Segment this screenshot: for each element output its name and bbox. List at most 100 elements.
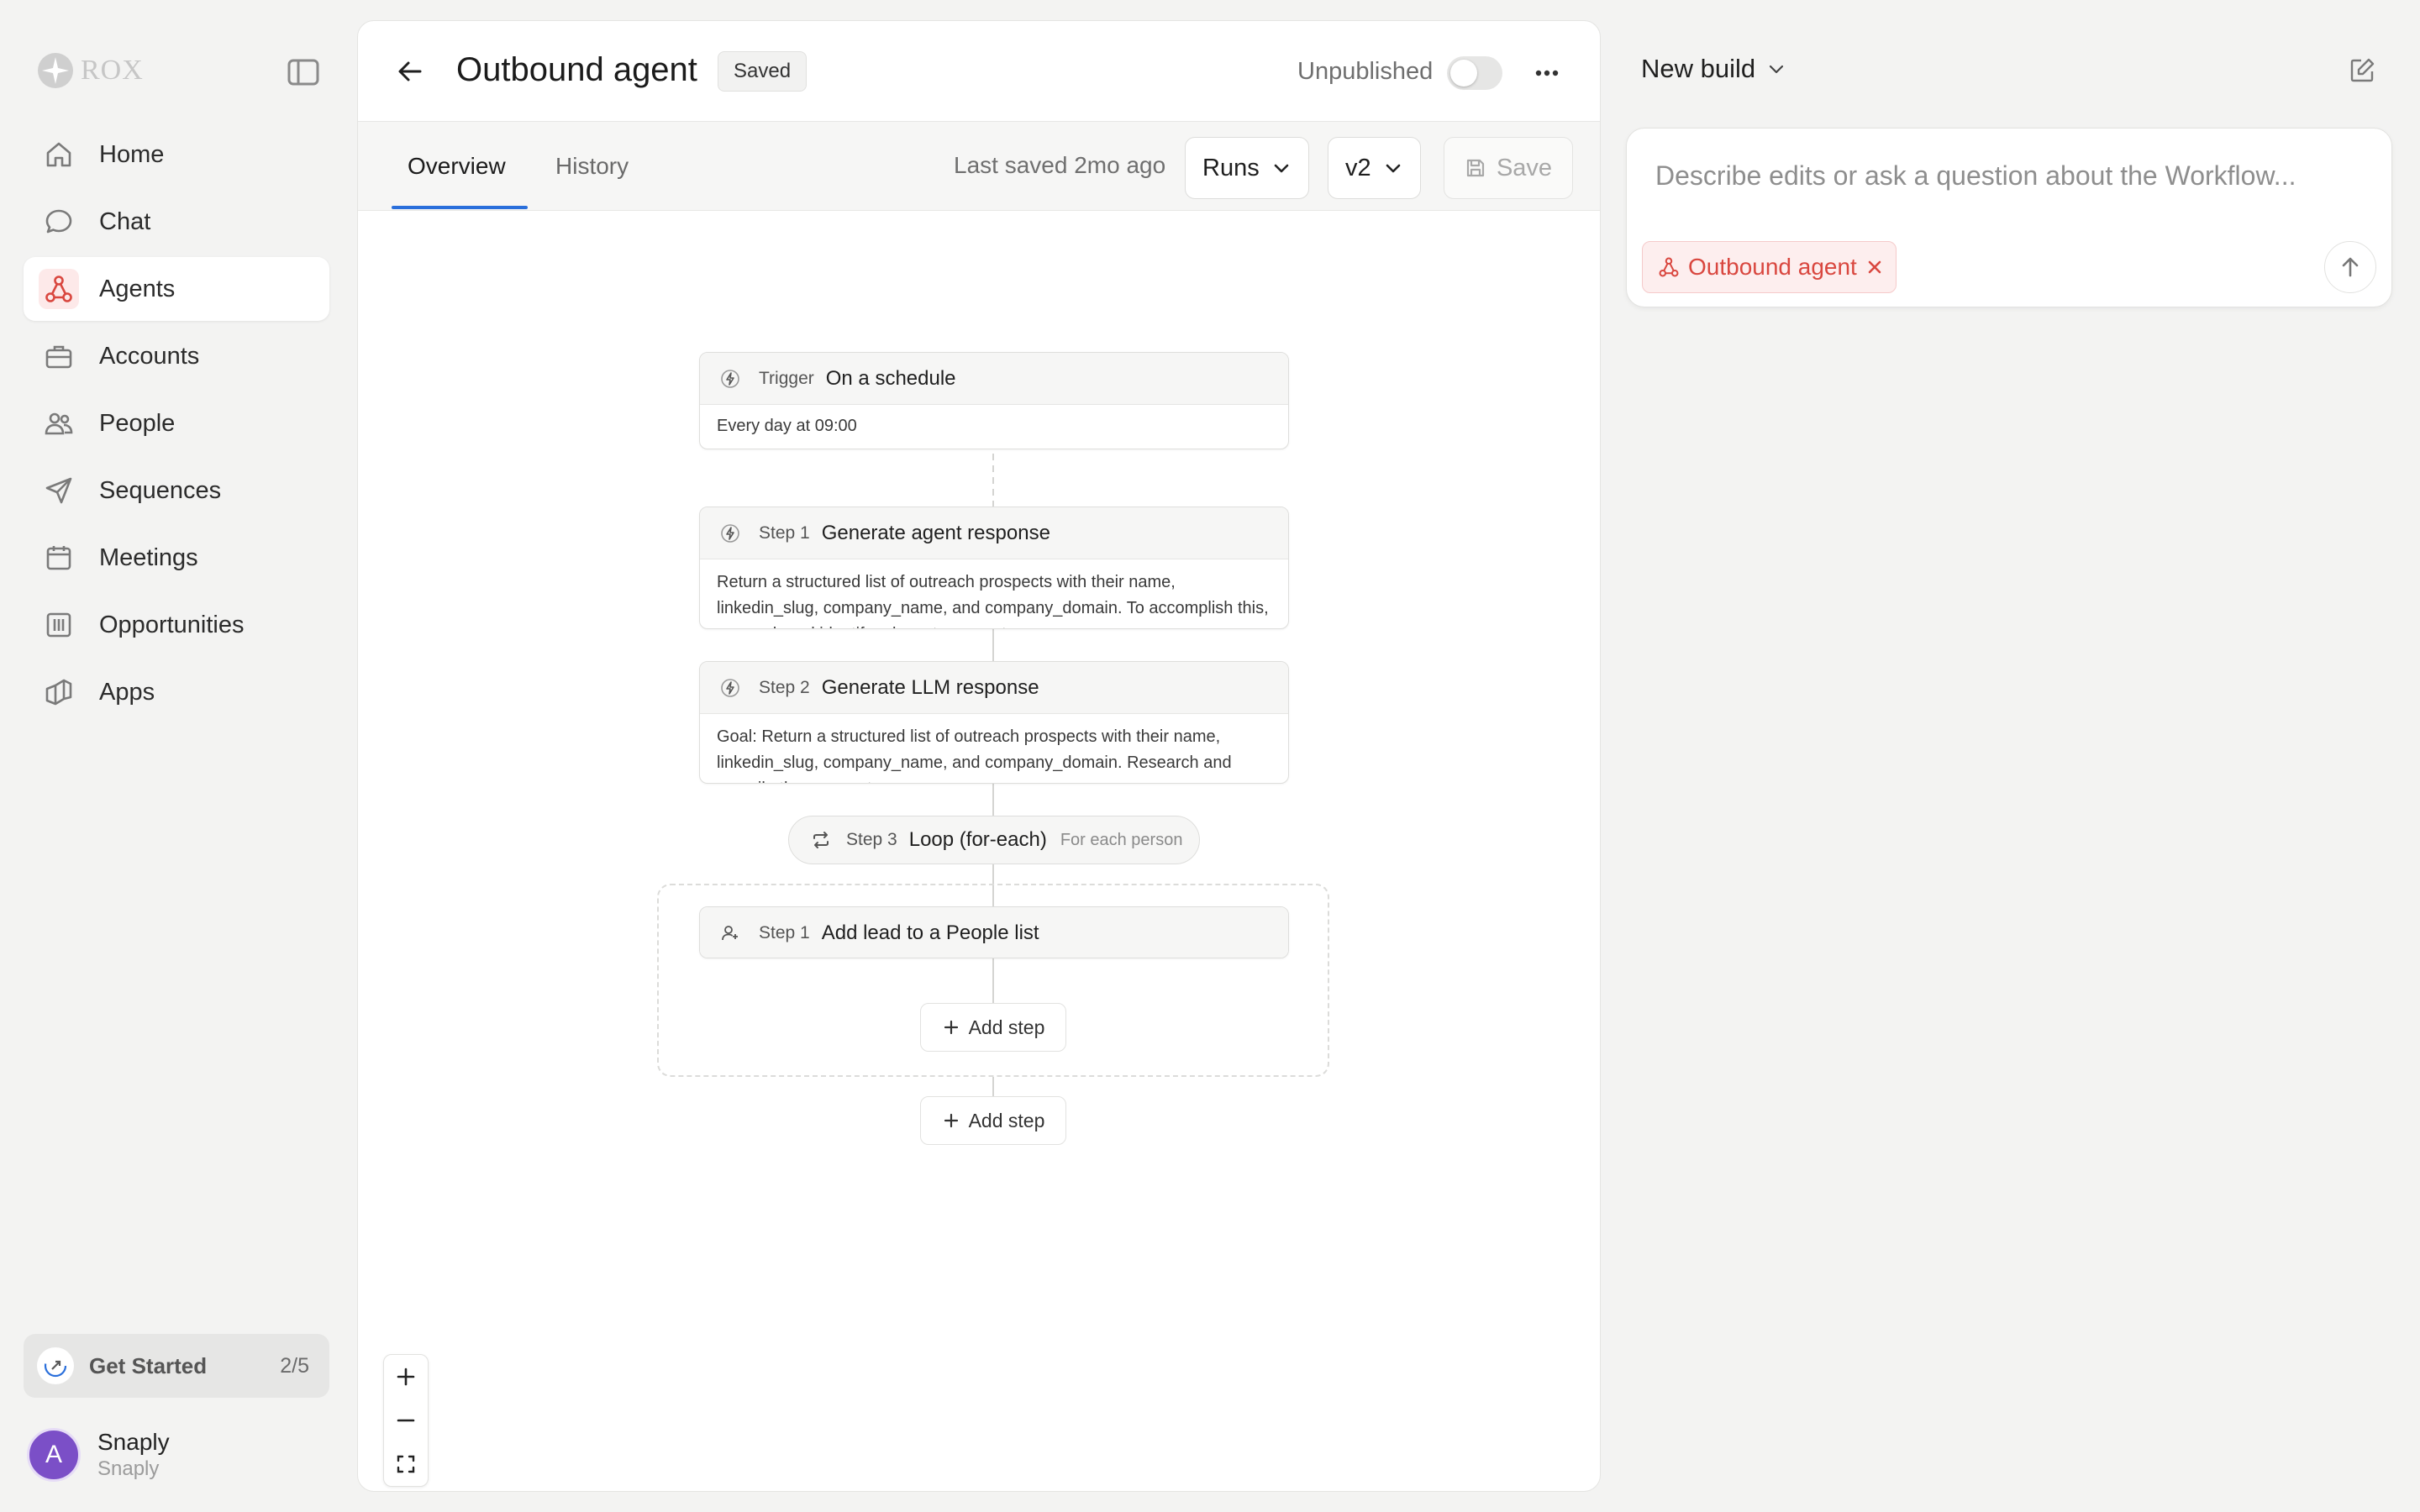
edit-icon (2350, 58, 2375, 82)
chevron-down-icon (1386, 164, 1400, 173)
step-2-node[interactable]: Step 2 Generate LLM response Goal: Retur… (699, 661, 1289, 784)
publish-status-label: Unpublished (1297, 58, 1434, 85)
bolt-icon (717, 365, 744, 392)
sidebar-item-chat[interactable]: Chat (24, 190, 329, 254)
build-title: New build (1641, 54, 1756, 83)
node-description: Return a structured list of outreach pro… (717, 573, 1269, 628)
new-chat-button[interactable] (2347, 55, 2381, 89)
sidebar-item-opportunities[interactable]: Opportunities (24, 593, 329, 657)
step-1-node[interactable]: Step 1 Generate agent response Return a … (699, 507, 1289, 629)
add-step-label: Add step (968, 1109, 1045, 1131)
node-header: Step 1 Generate agent response (700, 507, 1288, 559)
get-started-button[interactable]: Get Started 2/5 (24, 1334, 329, 1398)
sidebar-item-agents[interactable]: Agents (24, 257, 329, 321)
workflow-canvas[interactable]: Trigger On a schedule Every day at 09:00… (358, 212, 1600, 1491)
user-profile[interactable]: A Snaply Snaply (27, 1428, 170, 1482)
node-kind: Step 2 (759, 677, 810, 697)
status-badge: Saved (718, 51, 808, 92)
sidebar-item-home[interactable]: Home (24, 123, 329, 186)
step-3-loop-node[interactable]: Step 3 Loop (for-each) For each person (788, 816, 1200, 864)
close-icon[interactable] (1865, 258, 1884, 276)
add-step-button[interactable]: Add step (920, 1096, 1066, 1145)
sidebar-item-people[interactable]: People (24, 391, 329, 455)
add-step-in-loop-button[interactable]: Add step (920, 1003, 1066, 1052)
build-selector[interactable]: New build (1641, 54, 1786, 84)
add-step-label: Add step (968, 1016, 1045, 1038)
save-icon (1466, 159, 1485, 177)
loop-step-1-node[interactable]: Step 1 Add lead to a People list (699, 906, 1289, 958)
sidebar-item-apps[interactable]: Apps (24, 660, 329, 724)
trigger-node[interactable]: Trigger On a schedule Every day at 09:00 (699, 352, 1289, 449)
calendar-icon (39, 538, 79, 578)
rox-logo-icon (37, 52, 74, 89)
people-icon (39, 403, 79, 444)
arrow-left-icon (398, 61, 422, 81)
plus-icon (397, 1368, 415, 1386)
sidebar: ROX Home Chat Agents Accounts People Seq… (0, 0, 353, 1512)
zoom-out-button[interactable] (384, 1399, 428, 1442)
agents-icon (1659, 257, 1679, 277)
zoom-in-button[interactable] (384, 1355, 428, 1399)
sidebar-item-label: Agents (99, 275, 176, 302)
apps-icon (39, 672, 79, 712)
sidebar-item-label: Sequences (99, 476, 222, 504)
node-kind: Step 1 (759, 522, 810, 543)
bolt-icon (717, 520, 744, 547)
node-header: Trigger On a schedule (700, 353, 1288, 405)
send-button[interactable] (2324, 241, 2376, 293)
chat-input-box[interactable]: Describe edits or ask a question about t… (1626, 128, 2392, 307)
fit-view-button[interactable] (384, 1442, 428, 1486)
tab-overview[interactable]: Overview (408, 122, 506, 211)
save-label: Save (1496, 154, 1553, 181)
sidebar-item-label: Apps (99, 678, 155, 706)
user-plus-icon (717, 920, 744, 947)
sidebar-item-accounts[interactable]: Accounts (24, 324, 329, 388)
rox-logo[interactable]: ROX (37, 52, 144, 89)
node-header: Step 1 Add lead to a People list (700, 907, 1288, 958)
node-kind: Step 3 (846, 830, 897, 849)
columns-icon (39, 605, 79, 645)
user-org: Snaply (97, 1457, 160, 1480)
get-started-progress: 2/5 (280, 1353, 309, 1378)
workflow-header: Outbound agent Saved Unpublished (358, 21, 1600, 122)
plus-icon (944, 1113, 958, 1128)
more-horizontal-icon (1535, 70, 1559, 76)
loop-subtitle: For each person (1060, 830, 1183, 849)
node-title: Add lead to a People list (821, 921, 1039, 944)
home-icon (39, 134, 79, 175)
more-options-button[interactable] (1530, 56, 1564, 90)
node-header: Step 2 Generate LLM response (700, 662, 1288, 714)
save-button[interactable]: Save (1444, 137, 1573, 199)
node-title: Generate LLM response (821, 675, 1039, 699)
node-title: On a schedule (825, 366, 956, 390)
page-title: Outbound agent (456, 51, 697, 88)
publish-toggle[interactable] (1447, 56, 1502, 90)
node-kind: Trigger (759, 368, 814, 388)
briefcase-icon (39, 336, 79, 376)
sidebar-item-label: Home (99, 140, 165, 168)
sidebar-item-label: People (99, 409, 176, 437)
agents-icon (39, 269, 79, 309)
version-dropdown[interactable]: v2 (1328, 137, 1421, 199)
tab-history[interactable]: History (555, 122, 629, 211)
send-icon (39, 470, 79, 511)
toggle-knob (1450, 60, 1477, 87)
sidebar-item-meetings[interactable]: Meetings (24, 526, 329, 590)
rox-logo-text: ROX (81, 55, 144, 86)
chevron-down-icon (1770, 65, 1784, 74)
chat-input[interactable]: Describe edits or ask a question about t… (1655, 160, 2296, 192)
fullscreen-icon (397, 1455, 415, 1473)
back-button[interactable] (393, 55, 427, 88)
node-description: Every day at 09:00 (717, 417, 857, 435)
build-panel: New build Describe edits or ask a questi… (1626, 0, 2420, 1512)
plus-icon (944, 1020, 958, 1035)
last-saved-text: Last saved 2mo ago (954, 152, 1166, 178)
sidebar-item-label: Opportunities (99, 611, 245, 638)
context-chip[interactable]: Outbound agent (1642, 241, 1897, 293)
runs-dropdown[interactable]: Runs (1185, 137, 1309, 199)
version-label: v2 (1345, 154, 1371, 181)
node-title: Loop (for-each) (908, 828, 1047, 851)
sidebar-toggle-button[interactable] (286, 57, 321, 87)
sidebar-item-label: Accounts (99, 342, 200, 370)
sidebar-item-sequences[interactable]: Sequences (24, 459, 329, 522)
